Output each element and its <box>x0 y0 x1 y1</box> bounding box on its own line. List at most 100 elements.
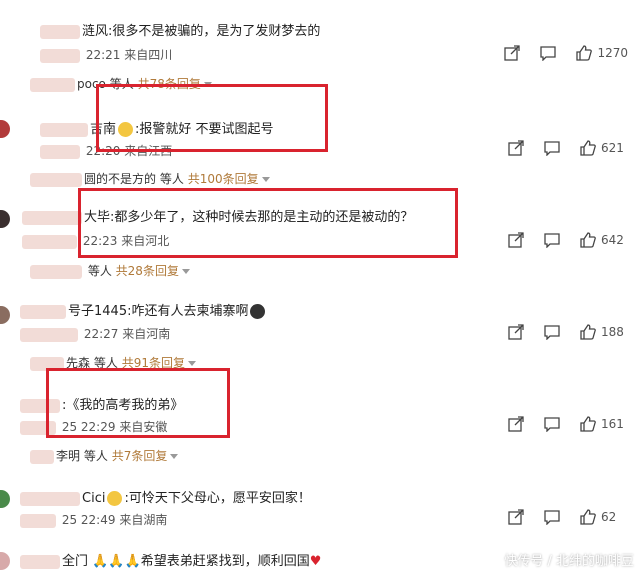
comment-actions: 621 <box>508 140 628 156</box>
blurred-date <box>40 144 80 159</box>
comment-actions: 161 <box>508 416 628 432</box>
chevron-down-icon <box>187 361 196 366</box>
share-icon[interactable] <box>508 232 524 248</box>
comment-text: 希望表弟赶紧找到，顺利回国 <box>140 554 310 569</box>
avatar[interactable] <box>0 552 10 570</box>
share-icon[interactable] <box>508 509 524 525</box>
comment-meta: 22:27 来自河南 <box>20 325 170 342</box>
blurred-replier <box>30 264 82 279</box>
thumbs-up-icon <box>580 232 596 248</box>
comment-user[interactable]: 涟风 <box>82 24 108 39</box>
like-button[interactable]: 161 <box>580 416 628 432</box>
replies-count[interactable]: 共28条回复 <box>116 264 179 278</box>
blurred-username <box>20 554 60 569</box>
reply-icon[interactable] <box>544 324 560 340</box>
thumbs-up-icon <box>580 140 596 156</box>
thumbs-up-icon <box>576 45 593 61</box>
like-count: 188 <box>601 325 624 339</box>
share-icon[interactable] <box>508 416 524 432</box>
comment-meta: 22:21 来自四川 <box>40 46 172 63</box>
comment-line: 全门 🙏🙏🙏希望表弟赶紧找到，顺利回国♥ <box>20 550 321 569</box>
comment-location: 来自河南 <box>122 327 171 341</box>
avatar[interactable] <box>0 490 10 508</box>
replies-prefix: 圆的不是方的 <box>84 172 157 186</box>
thumbs-up-icon <box>580 324 596 340</box>
thumbs-up-icon <box>580 509 596 525</box>
like-button[interactable]: 1270 <box>576 45 628 61</box>
comment-user[interactable]: Cici <box>82 491 105 506</box>
comment-line: Cici :可怜天下父母心，愿平安回家！ <box>20 487 311 506</box>
highlight-box <box>46 368 230 438</box>
like-count: 161 <box>601 417 624 431</box>
replies-prefix: 李明 <box>56 449 81 463</box>
avatar[interactable] <box>0 210 10 228</box>
chevron-down-icon <box>181 269 190 274</box>
comment-line: 号子1445:咋还有人去柬埔寨啊 <box>20 300 267 319</box>
replies-summary[interactable]: 等人 共28条回复 <box>30 262 190 279</box>
blurred-username <box>40 24 80 39</box>
like-count: 62 <box>601 510 617 524</box>
replies-summary[interactable]: 圆的不是方的 等人 共100条回复 <box>30 170 270 187</box>
like-button[interactable]: 62 <box>580 509 628 525</box>
replies-count[interactable]: 共100条回复 <box>188 172 259 186</box>
blurred-replier <box>30 449 54 464</box>
comment-actions: 642 <box>508 232 628 248</box>
reply-icon[interactable] <box>544 509 560 525</box>
blurred-date <box>22 234 77 249</box>
share-icon[interactable] <box>504 45 521 61</box>
comment-text: :很多不是被骗的，是为了发财梦去的 <box>108 24 321 39</box>
blurred-date <box>40 48 80 63</box>
comment-user[interactable]: 号子1445 <box>68 304 127 319</box>
comment-location: 来自四川 <box>124 48 173 62</box>
comment-location: 来自湖南 <box>119 513 168 527</box>
comment-actions: 62 <box>508 509 628 525</box>
blurred-replier <box>30 77 75 92</box>
heart-icon: ♥ <box>309 554 322 569</box>
emoji-icon <box>250 304 266 319</box>
comment-line: 涟风:很多不是被骗的，是为了发财梦去的 <box>40 20 320 39</box>
replies-who: 等人 <box>83 449 108 463</box>
like-count: 621 <box>601 141 624 155</box>
highlight-box <box>78 188 458 258</box>
comment-time: 25 22:49 <box>61 513 116 527</box>
like-button[interactable]: 642 <box>580 232 628 248</box>
reply-icon[interactable] <box>544 140 560 156</box>
thumbs-up-icon <box>580 416 596 432</box>
blurred-username <box>22 210 82 225</box>
comment-meta: 25 22:49 来自湖南 <box>20 511 167 528</box>
replies-who: 等人 <box>87 264 112 278</box>
replies-summary[interactable]: 李明 等人 共7条回复 <box>30 447 179 464</box>
comment-user[interactable]: 全门 <box>62 554 88 569</box>
replies-who: 等人 <box>159 172 184 186</box>
share-icon[interactable] <box>508 140 524 156</box>
replies-count[interactable]: 共7条回复 <box>112 449 168 463</box>
praying-hands-icon: 🙏🙏🙏 <box>92 554 141 569</box>
chevron-down-icon <box>261 177 270 182</box>
avatar[interactable] <box>0 120 10 138</box>
reply-icon[interactable] <box>544 232 560 248</box>
blurred-date <box>20 513 56 528</box>
emoji-icon <box>107 491 123 506</box>
highlight-box <box>96 84 328 152</box>
comment-time: 22:21 <box>85 48 121 62</box>
blurred-replier <box>30 172 82 187</box>
comment-text: :可怜天下父母心，愿平安回家！ <box>124 491 311 506</box>
blurred-username <box>40 122 88 137</box>
blurred-username <box>20 304 66 319</box>
blurred-username <box>20 491 80 506</box>
comment-actions: 188 <box>508 324 628 340</box>
comment-text: :咋还有人去柬埔寨啊 <box>127 304 249 319</box>
like-button[interactable]: 621 <box>580 140 628 156</box>
watermark: 快传号 / 北纬的咖啡豆 <box>504 554 634 569</box>
like-count: 1270 <box>597 46 628 60</box>
comment-actions: 1270 <box>504 45 628 61</box>
chevron-down-icon <box>170 454 179 459</box>
like-button[interactable]: 188 <box>580 324 628 340</box>
reply-icon[interactable] <box>540 45 557 61</box>
comment-time: 22:27 <box>83 327 119 341</box>
reply-icon[interactable] <box>544 416 560 432</box>
share-icon[interactable] <box>508 324 524 340</box>
avatar[interactable] <box>0 306 10 324</box>
blurred-date <box>20 327 78 342</box>
like-count: 642 <box>601 233 624 247</box>
